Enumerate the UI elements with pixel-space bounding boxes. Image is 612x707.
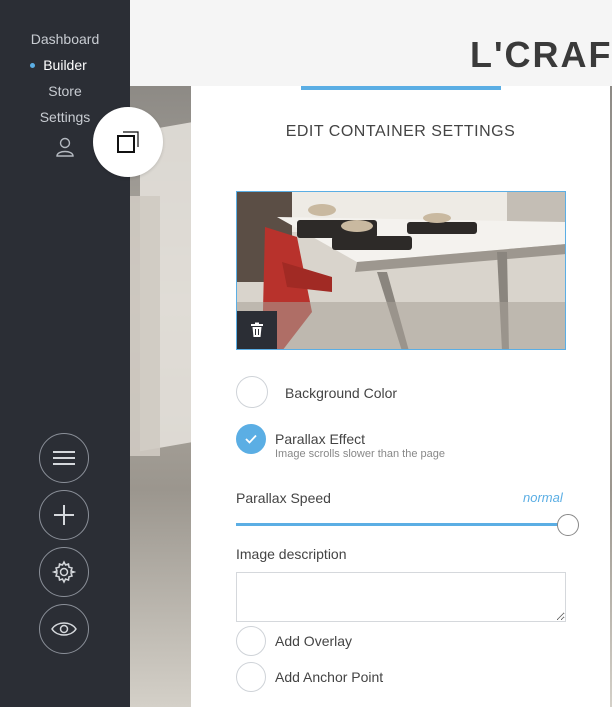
menu-icon xyxy=(53,451,75,465)
background-color-label: Background Color xyxy=(285,385,398,401)
add-anchor-label: Add Anchor Point xyxy=(275,669,384,685)
gear-icon xyxy=(52,560,76,584)
parallax-speed-track[interactable] xyxy=(236,523,566,526)
add-overlay-checkbox[interactable] xyxy=(236,626,266,656)
sidebar: Dashboard Builder Store Settings xyxy=(0,0,130,707)
parallax-speed-value: normal xyxy=(523,490,563,505)
sidebar-item-dashboard[interactable]: Dashboard xyxy=(0,28,130,54)
photo-shelf-dark xyxy=(130,196,160,456)
settings-button[interactable] xyxy=(39,547,89,597)
sidebar-item-builder[interactable]: Builder xyxy=(0,54,130,80)
checkmark-icon xyxy=(245,434,257,444)
kitchen-photo xyxy=(237,192,565,349)
panel-title: EDIT CONTAINER SETTINGS xyxy=(285,123,516,140)
parallax-sublabel: Image scrolls slower than the page xyxy=(275,448,445,460)
background-color-swatch[interactable] xyxy=(236,376,268,408)
preview-button[interactable] xyxy=(39,604,89,654)
parallax-speed-label: Parallax Speed xyxy=(236,490,331,506)
add-button[interactable] xyxy=(39,490,89,540)
user-icon[interactable] xyxy=(54,136,76,158)
container-settings-panel: EDIT CONTAINER SETTINGS Background Color… xyxy=(191,86,610,707)
container-image-preview[interactable] xyxy=(236,191,566,350)
image-description-label: Image description xyxy=(236,546,347,562)
panel-accent-bar xyxy=(301,86,501,90)
image-description-input[interactable] xyxy=(236,572,566,622)
eye-icon xyxy=(51,622,77,636)
copy-icon xyxy=(117,131,139,153)
add-overlay-label: Add Overlay xyxy=(275,633,353,649)
site-title: L'CRAFT xyxy=(470,34,612,75)
parallax-checkbox[interactable] xyxy=(236,424,266,454)
parallax-speed-handle[interactable] xyxy=(557,514,579,536)
container-select-button[interactable] xyxy=(93,107,163,177)
menu-button[interactable] xyxy=(39,433,89,483)
parallax-label: Parallax Effect xyxy=(275,431,366,447)
plus-icon xyxy=(54,505,74,525)
delete-image-button[interactable] xyxy=(237,311,277,349)
sidebar-item-store[interactable]: Store xyxy=(0,80,130,106)
trash-icon xyxy=(251,322,263,337)
add-anchor-checkbox[interactable] xyxy=(236,662,266,692)
